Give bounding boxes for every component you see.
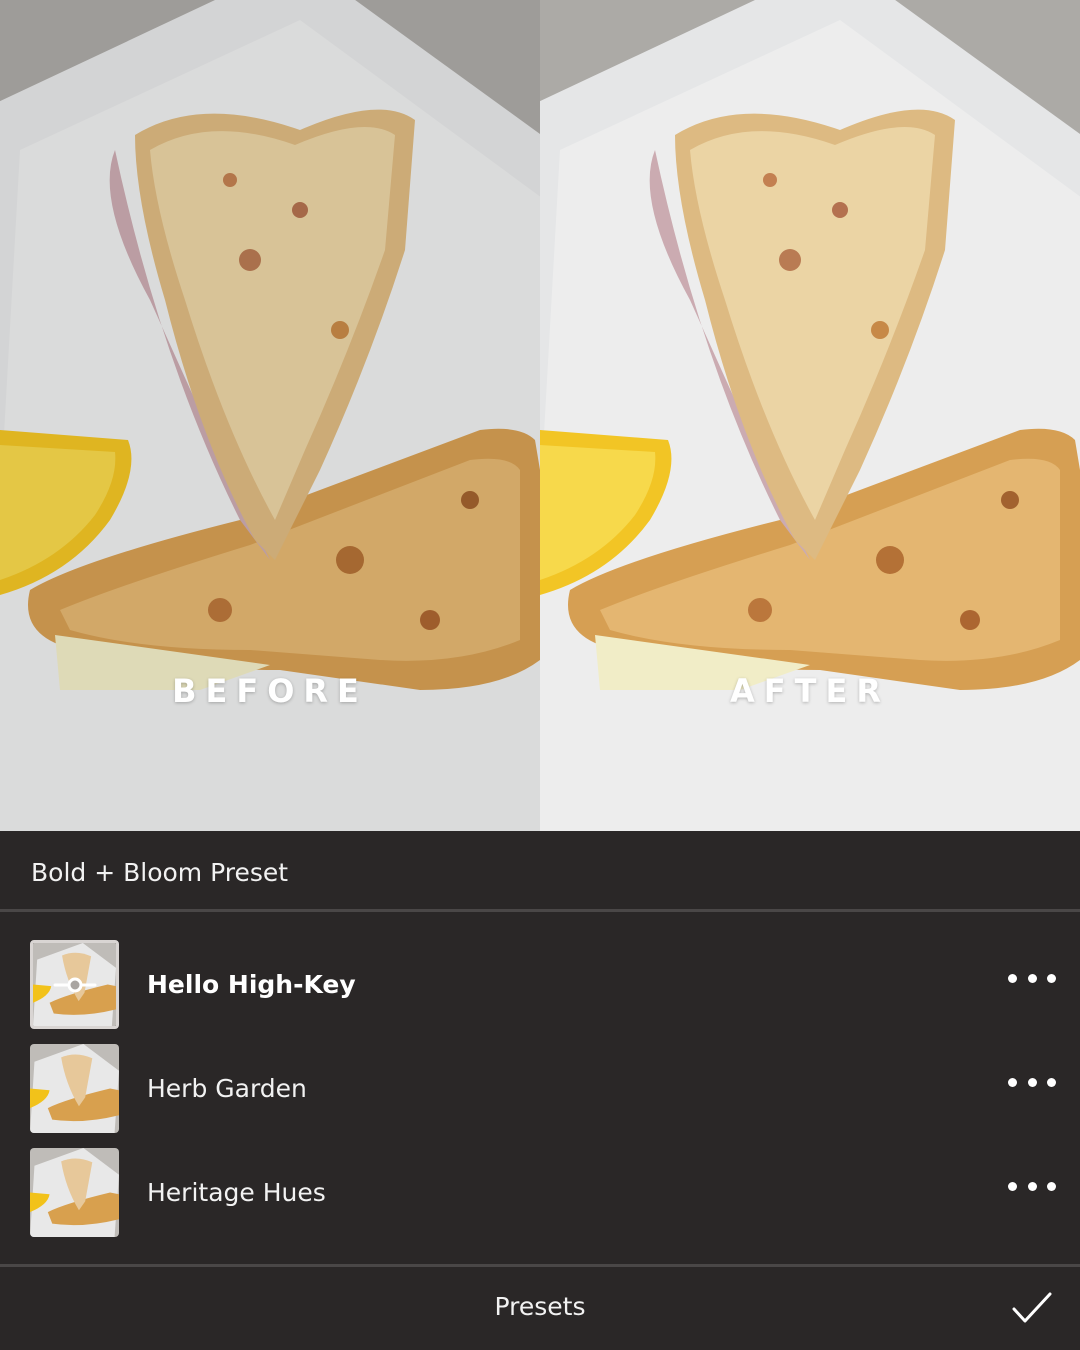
preset-group-title: Bold + Bloom Preset [31, 858, 289, 887]
before-image: BEFORE [0, 0, 540, 831]
preset-thumbnail[interactable] [30, 1148, 119, 1237]
preset-item-herb-garden[interactable]: Herb Garden [0, 1044, 1080, 1140]
more-options-icon[interactable] [1008, 1070, 1056, 1094]
bottom-bar: Presets [0, 1264, 1080, 1350]
more-options-icon[interactable] [1008, 1174, 1056, 1198]
slider-adjust-icon[interactable] [53, 975, 97, 995]
preset-thumbnail[interactable] [30, 1044, 119, 1133]
preset-item-hello-high-key[interactable]: Hello High-Key [0, 940, 1080, 1036]
preset-name: Herb Garden [147, 1074, 307, 1103]
preset-name: Hello High-Key [147, 970, 356, 999]
more-options-icon[interactable] [1008, 966, 1056, 990]
preset-name: Heritage Hues [147, 1178, 326, 1207]
checkmark-icon[interactable] [1011, 1291, 1053, 1325]
preset-thumbnail[interactable] [30, 940, 119, 1029]
before-label: BEFORE [172, 672, 368, 710]
after-image: AFTER [540, 0, 1080, 831]
presets-tab-title[interactable]: Presets [0, 1292, 1080, 1321]
preset-item-heritage-hues[interactable]: Heritage Hues [0, 1148, 1080, 1244]
after-label: AFTER [730, 672, 890, 710]
preset-list: Hello High-Key Herb Garden Heritage Hues [0, 912, 1080, 1265]
preset-panel: Bold + Bloom Preset Hello High-Key Herb … [0, 831, 1080, 1350]
before-after-comparison: BEFORE AFTER [0, 0, 1080, 831]
preset-group-header[interactable]: Bold + Bloom Preset [0, 831, 1080, 912]
